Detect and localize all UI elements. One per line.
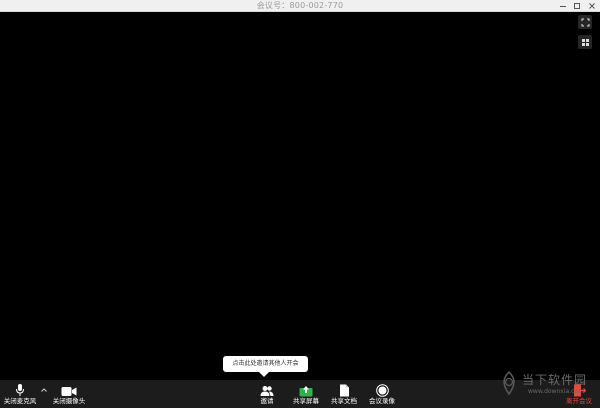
close-icon xyxy=(589,3,595,9)
close-button[interactable] xyxy=(585,0,599,12)
record-meeting-button[interactable]: 会议录像 xyxy=(367,380,397,408)
microphone-icon xyxy=(16,384,24,396)
record-meeting-label: 会议录像 xyxy=(369,397,395,405)
share-document-button[interactable]: 共享文档 xyxy=(329,380,359,408)
watermark-title: 当下软件园 xyxy=(522,373,588,387)
video-area xyxy=(0,12,600,380)
tooltip-arrow xyxy=(259,372,269,377)
record-icon xyxy=(375,384,389,397)
maximize-icon xyxy=(574,3,580,9)
meeting-id-title: 会议号：800-002-770 xyxy=(256,1,344,10)
microphone-options-button[interactable] xyxy=(40,386,48,394)
people-icon xyxy=(260,386,274,396)
chevron-up-icon xyxy=(41,388,47,392)
share-document-label: 共享文档 xyxy=(331,397,357,405)
watermark-url: www.downxia.com xyxy=(528,388,584,395)
mute-microphone-button[interactable]: 关闭麦克风 xyxy=(2,380,38,408)
share-screen-icon xyxy=(299,386,313,397)
stop-camera-label: 关闭摄像头 xyxy=(52,397,86,405)
gallery-view-icon xyxy=(581,38,589,46)
gallery-view-button[interactable] xyxy=(578,35,592,49)
invite-label: 邀请 xyxy=(260,397,274,405)
fullscreen-icon xyxy=(581,18,589,26)
document-icon xyxy=(339,384,349,397)
minimize-icon xyxy=(560,6,566,7)
title-bar: 会议号：800-002-770 xyxy=(0,0,600,12)
watermark-logo-icon xyxy=(503,371,515,395)
mute-microphone-label: 关闭麦克风 xyxy=(3,397,37,405)
stop-camera-button[interactable]: 关闭摄像头 xyxy=(51,380,87,408)
fullscreen-button[interactable] xyxy=(578,15,592,29)
watermark: 当下软件园 www.downxia.com xyxy=(498,368,594,406)
invite-tooltip: 点击此处邀请其他人开会 xyxy=(223,356,308,372)
video-camera-icon xyxy=(61,387,77,396)
share-screen-label: 共享屏幕 xyxy=(293,397,319,405)
maximize-button[interactable] xyxy=(570,0,584,12)
minimize-button[interactable] xyxy=(556,0,570,12)
share-screen-button[interactable]: 共享屏幕 xyxy=(291,380,321,408)
invite-button[interactable]: 邀请 xyxy=(255,380,279,408)
